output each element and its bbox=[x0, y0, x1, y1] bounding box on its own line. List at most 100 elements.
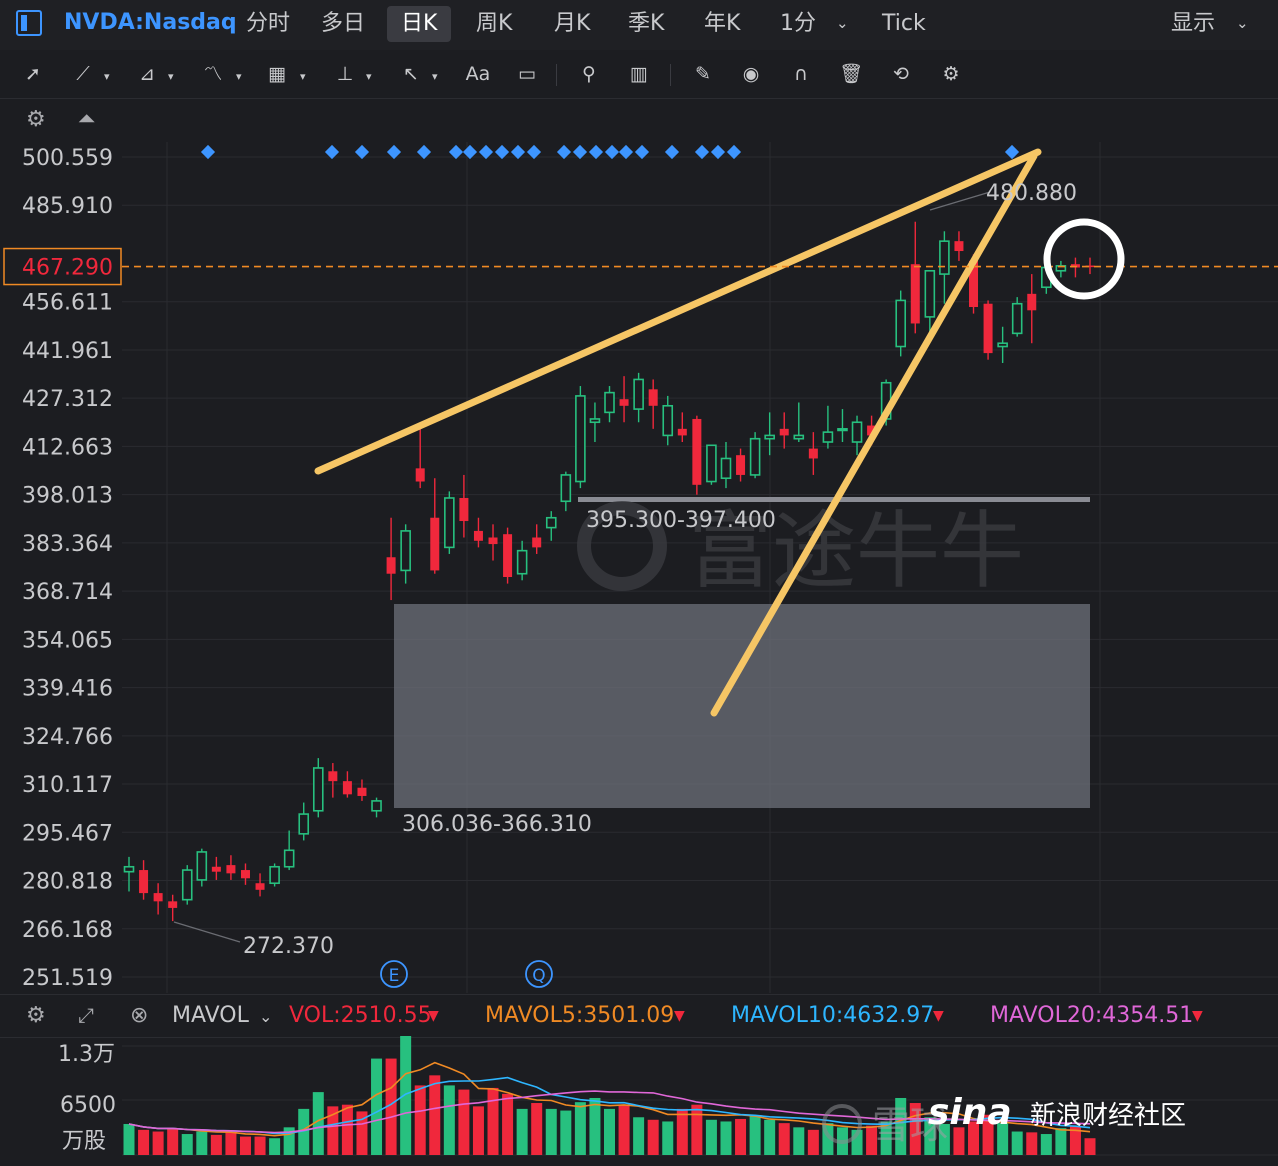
candle-body[interactable] bbox=[779, 428, 789, 436]
candle-body[interactable] bbox=[488, 537, 498, 545]
volume-bar[interactable] bbox=[502, 1093, 514, 1155]
volume-bar[interactable] bbox=[1055, 1128, 1067, 1155]
tab-daily-k[interactable]: 日K bbox=[387, 6, 452, 42]
candle-body[interactable] bbox=[196, 851, 208, 881]
candle-body[interactable] bbox=[1011, 302, 1023, 335]
candle-body[interactable] bbox=[283, 849, 295, 868]
volume-bar[interactable] bbox=[749, 1115, 761, 1155]
candle-body[interactable] bbox=[851, 421, 863, 443]
eye-icon[interactable]: ◉ bbox=[736, 60, 766, 88]
gear-icon[interactable]: ⚙ bbox=[936, 60, 966, 88]
volume-bar[interactable] bbox=[604, 1108, 615, 1155]
close-indicator-icon[interactable]: ⊗ bbox=[130, 1003, 148, 1028]
candle-body[interactable] bbox=[910, 264, 920, 324]
candle-body[interactable] bbox=[648, 389, 658, 406]
support-zone-box[interactable] bbox=[394, 604, 1090, 808]
candle-body[interactable] bbox=[211, 866, 221, 872]
volume-bar[interactable] bbox=[196, 1131, 208, 1155]
volume-bar[interactable] bbox=[254, 1136, 266, 1155]
volume-bar[interactable] bbox=[269, 1138, 281, 1155]
candle-body[interactable] bbox=[139, 870, 149, 894]
candle-body[interactable] bbox=[516, 549, 528, 575]
text-tool[interactable]: Aa bbox=[461, 60, 495, 88]
tab-weekly-k[interactable]: 周K bbox=[462, 6, 526, 42]
minute-dropdown-chevron-icon[interactable]: ⌄ bbox=[836, 14, 849, 32]
volume-bar[interactable] bbox=[123, 1123, 135, 1155]
volume-bar[interactable] bbox=[181, 1134, 193, 1155]
chart-settings-gear-icon[interactable]: ⚙ bbox=[26, 107, 46, 132]
volume-settings-gear-icon[interactable]: ⚙ bbox=[26, 1003, 46, 1028]
tab-intraday[interactable]: 分时 bbox=[232, 6, 304, 42]
volume-bar[interactable] bbox=[633, 1117, 645, 1155]
line-tool-icon[interactable]: ⟋ bbox=[68, 60, 98, 88]
candle-body[interactable] bbox=[328, 771, 338, 782]
display-menu[interactable]: 显示 bbox=[1157, 6, 1229, 42]
volume-bar[interactable] bbox=[676, 1108, 688, 1155]
price-chart[interactable]: 富途牛牛 500.559485.910456.611441.961427.312… bbox=[0, 140, 1278, 995]
candle-body[interactable] bbox=[430, 517, 440, 571]
candle-body[interactable] bbox=[749, 437, 761, 476]
volume-bar[interactable] bbox=[443, 1085, 455, 1155]
tab-monthly-k[interactable]: 月K bbox=[540, 6, 604, 42]
volume-bar[interactable] bbox=[1040, 1134, 1052, 1155]
candle-body[interactable] bbox=[997, 342, 1008, 348]
trash-icon[interactable]: 🗑 bbox=[836, 60, 866, 88]
quarter-marker[interactable]: Q bbox=[525, 960, 553, 988]
volume-bar[interactable] bbox=[647, 1119, 659, 1155]
collapse-up-icon[interactable]: ⏶ bbox=[78, 107, 96, 132]
volume-bar[interactable] bbox=[691, 1104, 703, 1155]
volume-bar[interactable] bbox=[720, 1121, 732, 1155]
volume-chart[interactable]: 1.3万 6500 万股 雪球 sina 新浪财经社区 bbox=[0, 1036, 1278, 1166]
candle-body[interactable] bbox=[808, 448, 818, 459]
candle-body[interactable] bbox=[589, 418, 601, 424]
candle-body[interactable] bbox=[677, 428, 687, 436]
volume-bar[interactable] bbox=[167, 1128, 179, 1155]
tab-multi-day[interactable]: 多日 bbox=[307, 6, 379, 42]
candle-body[interactable] bbox=[619, 399, 629, 406]
highlight-circle[interactable] bbox=[1043, 218, 1125, 300]
tab-yearly-k[interactable]: 年K bbox=[690, 6, 754, 42]
candle-body[interactable] bbox=[793, 434, 805, 440]
candle-body[interactable] bbox=[692, 418, 702, 485]
volume-bar[interactable] bbox=[152, 1131, 164, 1155]
tab-tick[interactable]: Tick bbox=[868, 6, 940, 42]
volume-bar[interactable] bbox=[414, 1085, 426, 1155]
candle-body[interactable] bbox=[312, 767, 324, 812]
candle-body[interactable] bbox=[400, 530, 411, 572]
measure-tool-icon[interactable]: ⊥ bbox=[330, 60, 360, 88]
tab-quarterly-k[interactable]: 季K bbox=[614, 6, 678, 42]
candle-body[interactable] bbox=[822, 431, 834, 443]
candle-body[interactable] bbox=[532, 537, 542, 548]
volume-bar[interactable] bbox=[210, 1134, 222, 1155]
candle-body[interactable] bbox=[736, 455, 746, 475]
candle-body[interactable] bbox=[720, 457, 732, 480]
volume-bar[interactable] bbox=[705, 1119, 717, 1155]
candle-body[interactable] bbox=[240, 870, 250, 879]
candle-body[interactable] bbox=[503, 534, 513, 578]
comment-tool-icon[interactable]: ▭ bbox=[512, 60, 542, 88]
volume-bar[interactable] bbox=[574, 1102, 586, 1155]
volume-bar[interactable] bbox=[400, 1036, 412, 1155]
fibonacci-tool-chevron-icon[interactable]: ▾ bbox=[300, 70, 306, 83]
fibonacci-tool-icon[interactable]: ▦ bbox=[262, 60, 292, 88]
candle-body[interactable] bbox=[837, 428, 848, 432]
wave-tool-icon[interactable]: 〽 bbox=[198, 60, 228, 88]
volume-bar[interactable] bbox=[1084, 1138, 1096, 1155]
volume-bar[interactable] bbox=[458, 1089, 470, 1155]
volume-bar[interactable] bbox=[793, 1127, 805, 1155]
candle-body[interactable] bbox=[604, 391, 615, 414]
candle-body[interactable] bbox=[168, 901, 178, 908]
volume-bar[interactable] bbox=[662, 1121, 674, 1155]
display-chevron-icon[interactable]: ⌄ bbox=[1236, 14, 1249, 32]
channel-tool-chevron-icon[interactable]: ▾ bbox=[168, 70, 174, 83]
sync-icon[interactable]: ⟲ bbox=[886, 60, 916, 88]
candle-style-icon[interactable]: ▥ bbox=[624, 60, 654, 88]
volume-bar[interactable] bbox=[1026, 1132, 1038, 1155]
volume-bar[interactable] bbox=[487, 1087, 499, 1155]
volume-bar[interactable] bbox=[239, 1136, 251, 1155]
sidebar-toggle-icon[interactable] bbox=[16, 10, 42, 36]
candle-body[interactable] bbox=[560, 474, 572, 503]
candle-body[interactable] bbox=[954, 241, 964, 252]
volume-bar[interactable] bbox=[371, 1058, 383, 1155]
candle-body[interactable] bbox=[298, 813, 310, 835]
